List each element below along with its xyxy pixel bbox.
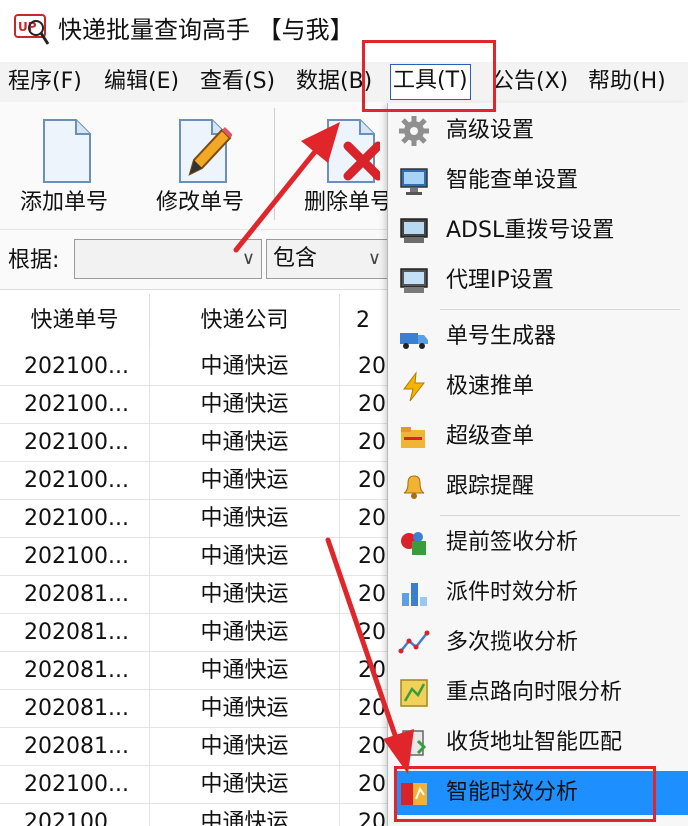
menu-item-label: 派件时效分析: [446, 580, 579, 605]
menu-separator: [440, 515, 680, 516]
cell-courier: 中通快运: [150, 766, 340, 804]
menu-item-label: 智能查单设置: [446, 168, 579, 193]
lightning-icon: [403, 371, 426, 402]
cell-tracking-number: 202100...: [0, 538, 150, 576]
cell-courier: 中通快运: [150, 424, 340, 462]
menu-program[interactable]: 程序(F): [8, 62, 82, 102]
filter-field-select[interactable]: ∨: [74, 239, 262, 279]
menu-item-multi-pickup-analysis[interactable]: 多次揽收分析: [388, 621, 688, 665]
filter-match-value: 包含: [273, 246, 318, 271]
menu-item-label: ADSL重拨号设置: [446, 218, 615, 243]
delete-document-icon: [327, 119, 380, 183]
app-logo-icon: UP: [14, 14, 50, 45]
add-number-button[interactable]: 添加单号: [4, 110, 124, 220]
menu-item-label: 极速推单: [446, 374, 535, 399]
toolbar-separator: [274, 108, 275, 220]
cell-courier: 中通快运: [150, 538, 340, 576]
menu-item-advanced-settings[interactable]: 高级设置: [388, 109, 688, 153]
menu-item-label: 代理IP设置: [446, 268, 554, 293]
menu-item-number-generator[interactable]: 单号生成器: [388, 315, 688, 359]
menu-announcement[interactable]: 公告(X): [492, 62, 568, 102]
network-monitor-icon: [400, 218, 428, 243]
truck-icon: [400, 333, 428, 349]
edit-pencil-icon: [179, 119, 232, 183]
menu-item-adsl-settings[interactable]: ADSL重拨号设置: [388, 209, 688, 253]
cell-tracking-number: 202100...: [0, 500, 150, 538]
menu-item-proxy-ip-settings[interactable]: 代理IP设置: [388, 259, 688, 303]
menu-item-smart-time-analysis[interactable]: 智能时效分析: [396, 771, 688, 815]
shapes-icon: [401, 532, 426, 555]
cell-courier: 中通快运: [150, 614, 340, 652]
menu-tools[interactable]: 工具(T): [390, 64, 471, 100]
cell-tracking-number: 202100...: [0, 804, 150, 826]
menu-help[interactable]: 帮助(H): [588, 62, 666, 102]
menu-item-label: 跟踪提醒: [446, 474, 535, 499]
menu-item-address-matching[interactable]: 收货地址智能匹配: [388, 721, 688, 765]
menu-item-label: 超级查单: [446, 424, 535, 449]
filter-match-select[interactable]: 包含 ∨: [266, 239, 388, 279]
cell-courier: 中通快运: [150, 690, 340, 728]
menu-item-label: 智能时效分析: [446, 780, 579, 805]
line-chart-icon: [398, 630, 430, 654]
cell-tracking-number: 202081...: [0, 690, 150, 728]
cell-tracking-number: 202081...: [0, 614, 150, 652]
cell-courier: 中通快运: [150, 500, 340, 538]
chevron-down-icon: ∨: [241, 248, 255, 269]
menu-item-key-route-analysis[interactable]: 重点路向时限分析: [388, 671, 688, 715]
cell-tracking-number: 202081...: [0, 576, 150, 614]
menu-item-label: 收货地址智能匹配: [446, 730, 623, 755]
cell-courier: 中通快运: [150, 462, 340, 500]
menu-item-super-query[interactable]: 超级查单: [388, 415, 688, 459]
proxy-monitor-icon: [400, 268, 428, 293]
menu-item-label: 高级设置: [446, 118, 535, 143]
menu-separator: [440, 309, 680, 310]
edit-number-label: 修改单号: [155, 190, 244, 215]
menu-item-early-sign-analysis[interactable]: 提前签收分析: [388, 521, 688, 565]
folder-search-icon: [401, 427, 425, 448]
cell-courier: 中通快运: [150, 386, 340, 424]
cell-tracking-number: 202081...: [0, 728, 150, 766]
cell-tracking-number: 202100...: [0, 424, 150, 462]
chevron-down-icon: ∨: [367, 248, 381, 269]
cell-tracking-number: 202081...: [0, 652, 150, 690]
menu-view[interactable]: 查看(S): [200, 62, 275, 102]
gear-icon: [399, 116, 429, 146]
tools-dropdown-menu: 高级设置 智能查单设置 ADSL重拨号设置 代理IP设置 单号生成器 极速推单 …: [387, 103, 688, 826]
menu-bar: 程序(F) 编辑(E) 查看(S) 数据(B) 工具(T) 公告(X) 帮助(H…: [0, 62, 688, 102]
time-analysis-icon: [401, 783, 427, 805]
menu-item-tracking-reminder[interactable]: 跟踪提醒: [388, 465, 688, 509]
menu-item-label: 重点路向时限分析: [446, 680, 623, 705]
bar-chart-icon: [402, 583, 427, 606]
filter-label: 根据:: [8, 248, 60, 273]
cell-courier: 中通快运: [150, 576, 340, 614]
bell-icon: [403, 475, 425, 499]
cell-tracking-number: 202100...: [0, 766, 150, 804]
edit-number-button[interactable]: 修改单号: [140, 110, 260, 220]
menu-item-label: 提前签收分析: [446, 530, 579, 555]
window-title: 快递批量查询高手 【与我】: [58, 16, 354, 44]
menu-item-label: 单号生成器: [446, 324, 557, 349]
cell-courier: 中通快运: [150, 728, 340, 766]
route-map-icon: [400, 679, 428, 707]
menu-item-smart-query-settings[interactable]: 智能查单设置: [388, 159, 688, 203]
menu-item-label: 多次揽收分析: [446, 630, 579, 655]
add-number-label: 添加单号: [19, 190, 108, 215]
cell-courier: 中通快运: [150, 652, 340, 690]
cell-courier: 中通快运: [150, 348, 340, 386]
cell-courier: 中通快运: [150, 804, 340, 826]
menu-item-delivery-time-analysis[interactable]: 派件时效分析: [388, 571, 688, 615]
document-icon: [43, 119, 91, 183]
address-match-icon: [402, 730, 427, 756]
menu-edit[interactable]: 编辑(E): [104, 62, 179, 102]
cell-tracking-number: 202100...: [0, 348, 150, 386]
cell-tracking-number: 202100...: [0, 386, 150, 424]
cell-tracking-number: 202100...: [0, 462, 150, 500]
column-header-courier[interactable]: 快递公司: [150, 294, 340, 348]
monitor-icon: [400, 168, 428, 195]
menu-data[interactable]: 数据(B): [296, 62, 372, 102]
column-header-tracking-number[interactable]: 快递单号: [0, 294, 150, 348]
menu-item-fast-push[interactable]: 极速推单: [388, 365, 688, 409]
title-bar: UP 快递批量查询高手 【与我】: [0, 0, 688, 62]
